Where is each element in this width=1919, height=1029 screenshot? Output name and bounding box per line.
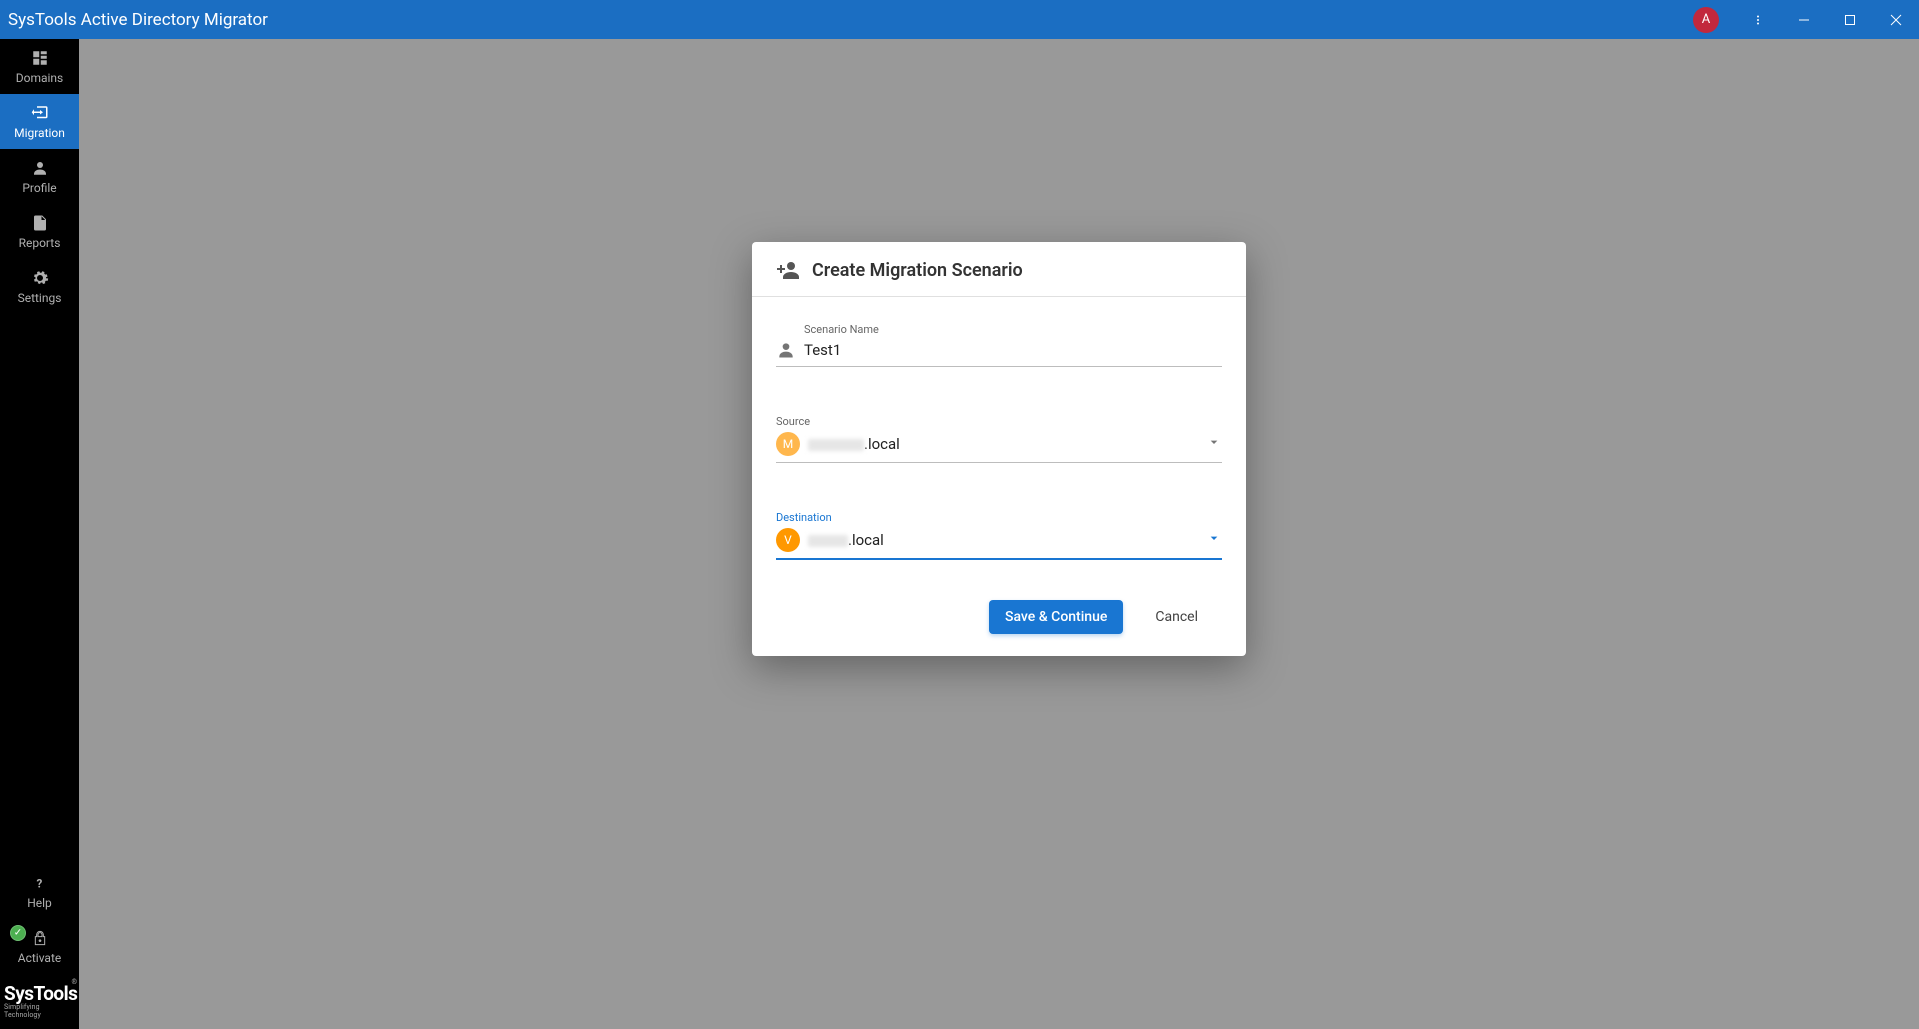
scenario-name-field: Scenario Name: [776, 323, 1222, 367]
content-area: Create Migration Scenario Scenario Name: [79, 39, 1919, 1029]
activate-icon: [30, 929, 50, 947]
cancel-button[interactable]: Cancel: [1155, 609, 1198, 625]
destination-field: Destination V .local: [776, 511, 1222, 560]
chevron-down-icon: [1206, 530, 1222, 550]
sidebar: Domains Migration Profile Reports Settin…: [0, 39, 79, 1029]
sidebar-item-label: Reports: [19, 236, 61, 250]
person-add-icon: [776, 258, 800, 282]
kebab-menu-icon[interactable]: [1735, 0, 1781, 39]
sidebar-item-label: Domains: [16, 71, 64, 85]
chevron-down-icon: [1206, 434, 1222, 454]
app-title: SysTools Active Directory Migrator: [8, 10, 268, 30]
destination-domain-avatar: V: [776, 528, 800, 552]
destination-select[interactable]: V .local: [776, 526, 1222, 560]
sidebar-item-label: Help: [27, 896, 52, 910]
help-icon: ?: [30, 874, 50, 892]
activate-status-badge: [10, 925, 26, 941]
titlebar: SysTools Active Directory Migrator A: [0, 0, 1919, 39]
dialog-actions: Save & Continue Cancel: [752, 592, 1246, 656]
scenario-name-label: Scenario Name: [804, 323, 1222, 336]
sidebar-item-label: Profile: [22, 181, 56, 195]
profile-icon: [30, 159, 50, 177]
sidebar-item-domains[interactable]: Domains: [0, 39, 79, 94]
sidebar-item-migration[interactable]: Migration: [0, 94, 79, 149]
sidebar-item-label: Settings: [18, 291, 62, 305]
source-field: Source M .local: [776, 415, 1222, 463]
sidebar-item-label: Activate: [18, 951, 62, 965]
user-avatar[interactable]: A: [1693, 7, 1719, 33]
sidebar-item-settings[interactable]: Settings: [0, 259, 79, 314]
brand-logo: SysTools Simplifying Technology ®: [0, 974, 79, 1029]
sidebar-item-reports[interactable]: Reports: [0, 204, 79, 259]
dialog-header: Create Migration Scenario: [752, 242, 1246, 297]
close-icon[interactable]: [1873, 0, 1919, 39]
sidebar-item-help[interactable]: ? Help: [0, 864, 79, 919]
gear-icon: [30, 269, 50, 287]
source-label: Source: [776, 415, 1222, 428]
dialog-title: Create Migration Scenario: [812, 260, 1023, 281]
svg-text:?: ?: [36, 876, 42, 889]
migration-icon: [30, 104, 50, 122]
source-domain-avatar: M: [776, 432, 800, 456]
person-icon: [776, 340, 796, 360]
minimize-icon[interactable]: [1781, 0, 1827, 39]
save-continue-button[interactable]: Save & Continue: [989, 600, 1123, 634]
scenario-name-input[interactable]: [804, 341, 1222, 359]
sidebar-item-profile[interactable]: Profile: [0, 149, 79, 204]
source-value: .local: [808, 435, 1198, 453]
destination-label: Destination: [776, 511, 1222, 524]
reports-icon: [30, 214, 50, 232]
sidebar-item-label: Migration: [14, 126, 65, 140]
source-select[interactable]: M .local: [776, 430, 1222, 463]
domains-icon: [30, 49, 50, 67]
sidebar-item-activate[interactable]: Activate: [0, 919, 79, 974]
maximize-icon[interactable]: [1827, 0, 1873, 39]
destination-value: .local: [808, 531, 1198, 549]
create-migration-dialog: Create Migration Scenario Scenario Name: [752, 242, 1246, 656]
